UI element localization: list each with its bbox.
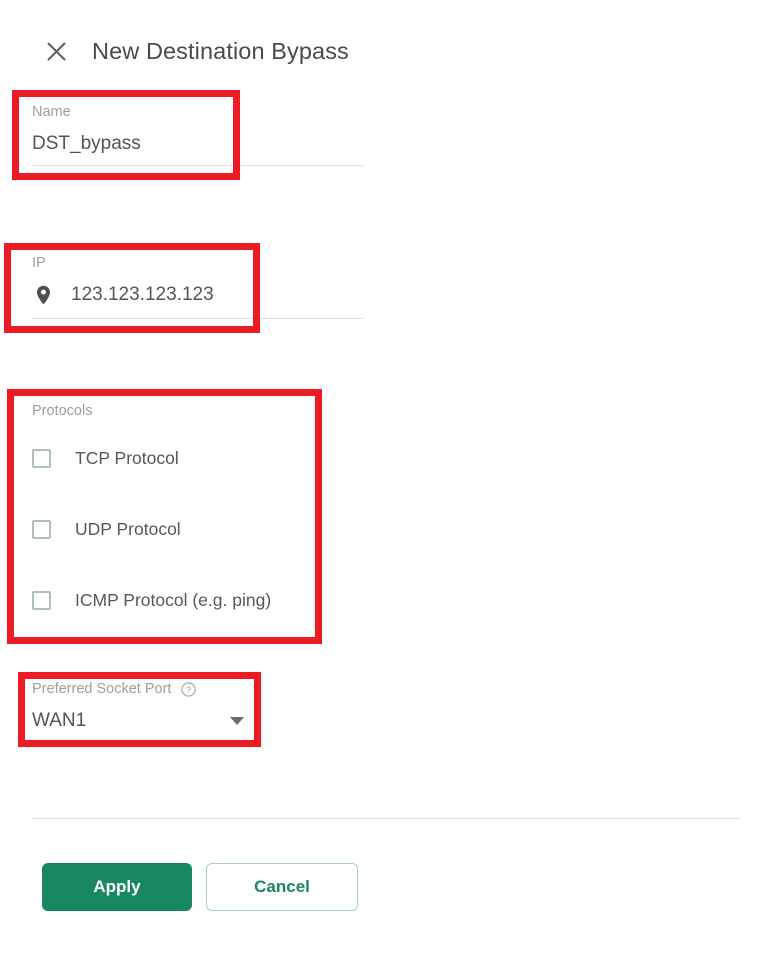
dialog-actions: Apply Cancel (42, 863, 358, 911)
name-field-underline (32, 165, 363, 166)
page-title: New Destination Bypass (92, 37, 349, 64)
socket-port-group: Preferred Socket Port ? WAN1 (32, 680, 244, 736)
protocol-checkbox-tcp[interactable]: TCP Protocol (32, 446, 271, 470)
checkbox-unchecked-icon[interactable] (32, 590, 51, 610)
ip-field-group: IP 123.123.123.123 (32, 254, 214, 310)
help-circle-icon[interactable]: ? (180, 681, 196, 697)
apply-button[interactable]: Apply (42, 863, 192, 911)
protocols-group: Protocols TCP Protocol UDP Protocol ICMP… (32, 402, 271, 612)
socket-port-value: WAN1 (32, 710, 87, 731)
protocol-checkbox-udp[interactable]: UDP Protocol (32, 517, 271, 541)
close-icon[interactable] (40, 35, 72, 67)
checkbox-unchecked-icon[interactable] (32, 448, 51, 468)
name-field-group: Name DST_bypass (32, 103, 141, 159)
ip-input-row: 123.123.123.123 (32, 280, 214, 310)
ip-input[interactable]: 123.123.123.123 (71, 280, 214, 310)
svg-text:?: ? (186, 684, 191, 694)
location-pin-icon (32, 282, 54, 308)
socket-port-label-row: Preferred Socket Port ? (32, 680, 244, 698)
checkbox-unchecked-icon[interactable] (32, 519, 51, 539)
socket-port-label: Preferred Socket Port (32, 681, 172, 697)
protocols-list: TCP Protocol UDP Protocol ICMP Protocol … (32, 446, 271, 612)
ip-field-underline (32, 318, 363, 319)
protocol-checkbox-icmp[interactable]: ICMP Protocol (e.g. ping) (32, 588, 271, 612)
name-input[interactable]: DST_bypass (32, 129, 141, 159)
ip-field-label: IP (32, 255, 46, 271)
cancel-button[interactable]: Cancel (206, 863, 358, 911)
footer-divider (32, 818, 740, 819)
protocol-label-udp: UDP Protocol (75, 519, 181, 539)
protocol-label-tcp: TCP Protocol (75, 448, 179, 468)
dialog-header: New Destination Bypass (0, 28, 772, 74)
socket-port-select[interactable]: WAN1 (32, 706, 244, 736)
chevron-down-icon[interactable] (230, 717, 244, 725)
protocol-label-icmp: ICMP Protocol (e.g. ping) (75, 590, 272, 610)
socket-port-underline (32, 743, 244, 744)
protocols-label: Protocols (32, 403, 93, 419)
name-field-label: Name (32, 104, 71, 120)
